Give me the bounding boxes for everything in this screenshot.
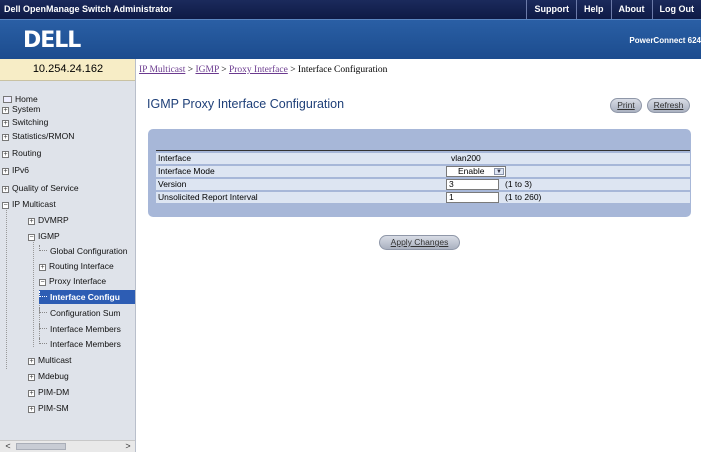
switch-ip-address: 10.254.24.162 bbox=[0, 59, 135, 81]
nav-routing[interactable]: + Routing bbox=[2, 146, 41, 160]
chevron-down-icon[interactable]: ▼ bbox=[494, 168, 504, 175]
nav-switching[interactable]: + Switching bbox=[2, 115, 48, 129]
print-button[interactable]: Print bbox=[610, 98, 642, 113]
about-link[interactable]: About bbox=[610, 0, 652, 19]
expand-icon[interactable]: + bbox=[28, 374, 35, 381]
nav-configuration-summary[interactable]: Configuration Sum bbox=[39, 306, 120, 320]
interface-mode-row: Interface Mode Enable ▼ bbox=[156, 166, 690, 177]
breadcrumb-separator: > bbox=[218, 65, 229, 75]
expand-icon[interactable]: + bbox=[2, 134, 9, 141]
breadcrumb: IP Multicast > IGMP > Proxy Interface > … bbox=[139, 65, 387, 75]
expand-icon[interactable]: + bbox=[28, 358, 35, 365]
interface-mode-select[interactable]: Enable ▼ bbox=[446, 166, 506, 177]
version-label: Version bbox=[158, 179, 187, 189]
dell-logo: DELL bbox=[23, 28, 81, 53]
nav-igmp[interactable]: − IGMP bbox=[28, 229, 60, 243]
nav-multicast[interactable]: + Multicast bbox=[28, 353, 72, 367]
nav-pim-dm[interactable]: + PIM-DM bbox=[28, 385, 69, 399]
interface-mode-value: Enable bbox=[458, 166, 485, 176]
horizontal-scrollbar[interactable]: < > bbox=[0, 440, 135, 452]
nav-global-configuration[interactable]: Global Configuration bbox=[39, 244, 128, 258]
refresh-button[interactable]: Refresh bbox=[647, 98, 690, 113]
breadcrumb-proxy-interface[interactable]: Proxy Interface bbox=[229, 65, 288, 75]
tree-connector bbox=[39, 291, 47, 297]
nav-routing-interface[interactable]: + Routing Interface bbox=[39, 259, 114, 273]
expand-icon[interactable]: + bbox=[2, 120, 9, 127]
tree-guide bbox=[6, 204, 7, 369]
interface-value: vlan200 bbox=[451, 153, 481, 163]
tree-connector bbox=[39, 338, 47, 344]
breadcrumb-current: Interface Configuration bbox=[297, 65, 388, 75]
expand-icon[interactable]: + bbox=[28, 390, 35, 397]
help-link[interactable]: Help bbox=[575, 0, 611, 19]
sidebar: 10.254.24.162 Home + System + Switching + S… bbox=[0, 59, 136, 452]
expand-icon[interactable]: + bbox=[2, 186, 9, 193]
breadcrumb-separator: > bbox=[287, 65, 298, 75]
interface-mode-label: Interface Mode bbox=[158, 166, 215, 176]
nav-interface-configuration[interactable]: Interface Configu bbox=[39, 290, 135, 304]
apply-changes-button[interactable]: Apply Changes bbox=[379, 235, 460, 250]
tree-guide bbox=[33, 242, 34, 347]
support-link[interactable]: Support bbox=[526, 0, 576, 19]
expand-icon[interactable]: + bbox=[2, 107, 9, 114]
version-input[interactable]: 3 bbox=[446, 179, 499, 190]
nav-ip-multicast[interactable]: − IP Multicast bbox=[2, 197, 56, 211]
nav-quality-of-service[interactable]: + Quality of Service bbox=[2, 181, 79, 195]
interface-row: Interface vlan200 bbox=[156, 153, 690, 164]
collapse-icon[interactable]: − bbox=[28, 234, 35, 241]
scroll-right-icon[interactable]: > bbox=[122, 441, 134, 452]
top-nav: Support Help About Log Out bbox=[526, 0, 701, 19]
expand-icon[interactable]: + bbox=[2, 151, 9, 158]
panel-divider bbox=[156, 150, 690, 151]
unsolicited-report-label: Unsolicited Report Interval bbox=[158, 192, 258, 202]
nav-proxy-interface[interactable]: − Proxy Interface bbox=[39, 274, 106, 288]
interface-label: Interface bbox=[158, 153, 192, 163]
scroll-thumb[interactable] bbox=[16, 443, 66, 450]
nav-ipv6[interactable]: + IPv6 bbox=[2, 163, 29, 177]
brand-banner: DELL PowerConnect 624 bbox=[0, 19, 701, 59]
nav-mdebug[interactable]: + Mdebug bbox=[28, 369, 69, 383]
version-row: Version 3 (1 to 3) bbox=[156, 179, 690, 190]
unsolicited-report-row: Unsolicited Report Interval 1 (1 to 260) bbox=[156, 192, 690, 203]
breadcrumb-separator: > bbox=[185, 65, 196, 75]
version-range: (1 to 3) bbox=[505, 179, 532, 189]
nav-interface-members-2[interactable]: Interface Members bbox=[39, 337, 121, 351]
scroll-left-icon[interactable]: < bbox=[2, 441, 14, 452]
nav-dvmrp[interactable]: + DVMRP bbox=[28, 213, 69, 227]
tree-connector bbox=[39, 307, 47, 313]
top-bar: Dell OpenManage Switch Administrator Sup… bbox=[0, 0, 701, 19]
expand-icon[interactable]: + bbox=[2, 168, 9, 175]
unsolicited-report-input[interactable]: 1 bbox=[446, 192, 499, 203]
breadcrumb-ip-multicast[interactable]: IP Multicast bbox=[139, 65, 185, 75]
app-title: Dell OpenManage Switch Administrator bbox=[4, 4, 173, 14]
product-name: PowerConnect 624 bbox=[629, 36, 701, 45]
collapse-icon[interactable]: − bbox=[2, 202, 9, 209]
unsolicited-report-range: (1 to 260) bbox=[505, 192, 542, 202]
tree-connector bbox=[39, 323, 47, 329]
expand-icon[interactable]: + bbox=[28, 218, 35, 225]
nav-pim-sm[interactable]: + PIM-SM bbox=[28, 401, 69, 415]
nav-interface-members-1[interactable]: Interface Members bbox=[39, 322, 121, 336]
logout-link[interactable]: Log Out bbox=[651, 0, 701, 19]
collapse-icon[interactable]: − bbox=[39, 279, 46, 286]
config-panel: Interface vlan200 Interface Mode Enable … bbox=[148, 129, 691, 217]
page-title: IGMP Proxy Interface Configuration bbox=[147, 97, 345, 111]
nav-system[interactable]: + System bbox=[2, 102, 40, 116]
expand-icon[interactable]: + bbox=[39, 264, 46, 271]
nav-statistics-rmon[interactable]: + Statistics/RMON bbox=[2, 129, 74, 143]
breadcrumb-igmp[interactable]: IGMP bbox=[195, 65, 218, 75]
expand-icon[interactable]: + bbox=[28, 406, 35, 413]
tree-connector bbox=[39, 245, 47, 251]
